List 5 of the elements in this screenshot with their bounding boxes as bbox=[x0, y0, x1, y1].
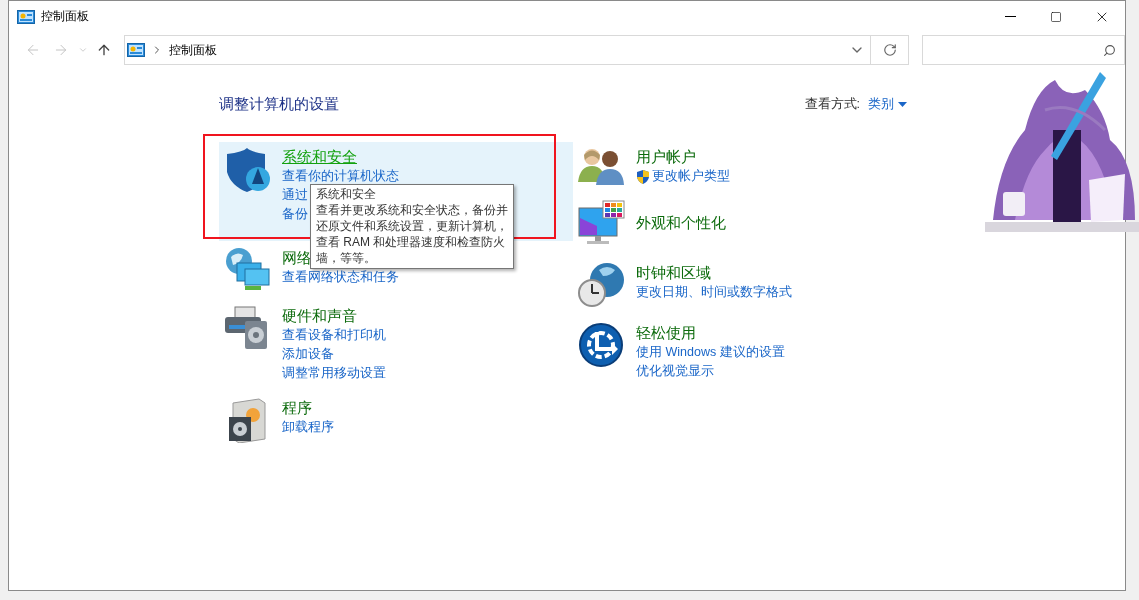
tooltip-title: 系统和安全 bbox=[316, 186, 377, 202]
view-by-label: 查看方式: bbox=[804, 96, 860, 113]
tooltip-text: 查看并更改系统和安全状态，备份并还原文件和系统设置，更新计算机，查看 RAM 和处理器速度和检查防火墙，等等。 bbox=[316, 202, 508, 266]
window-title: 控制面板 bbox=[41, 8, 90, 25]
page-heading: 调整计算机的设置 bbox=[219, 95, 339, 114]
